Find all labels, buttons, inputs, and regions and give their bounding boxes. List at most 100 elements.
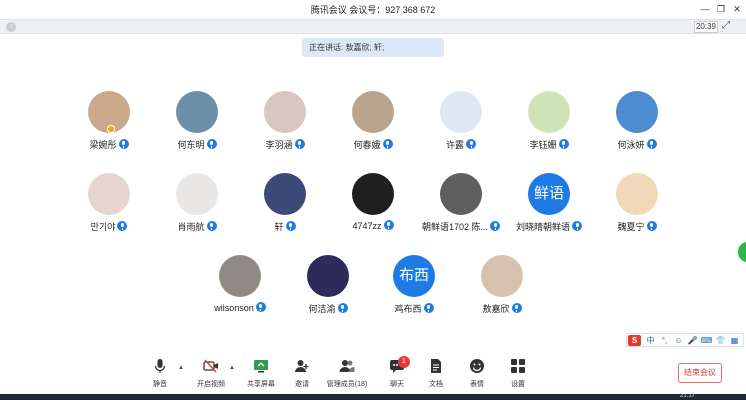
participant-name: 何东明: [149, 138, 245, 151]
avatar-text: 布西: [398, 267, 429, 284]
toolbar-label: 设置: [511, 381, 525, 388]
participant-name: 何泳妍: [589, 138, 685, 151]
ime-logo-icon[interactable]: S: [628, 335, 641, 346]
screen-share-icon: [253, 358, 269, 374]
microphone-icon: [294, 139, 305, 149]
emoji-icon: [469, 358, 485, 374]
taskbar-clock: 21:17: [680, 393, 696, 399]
avatar: [528, 91, 570, 133]
participant-name: 李钰姗: [501, 138, 597, 151]
participant-name-label: 만기야: [90, 222, 116, 232]
avatar: [88, 173, 130, 215]
ime-tool-icon[interactable]: 👕: [714, 335, 727, 346]
avatar: [264, 173, 306, 215]
microphone-icon: [558, 139, 569, 149]
settings-icon: [510, 358, 526, 374]
microphone-icon: [572, 221, 582, 231]
avatar: [440, 173, 482, 215]
avatar: [219, 255, 261, 297]
settings-button[interactable]: 设置: [493, 358, 543, 390]
participant-name: 刘晓晴朝鲜语: [501, 220, 597, 233]
avatar: [616, 173, 658, 215]
microphone-icon: [646, 139, 657, 149]
toolbar-label: 管理成员(18): [326, 381, 368, 388]
ime-toolbar: S 中 °, ☺ 🎤 ⌨ 👕 ▦: [626, 333, 744, 347]
ime-tool-icon[interactable]: 中: [644, 335, 657, 346]
microphone-icon: [490, 221, 501, 231]
microphone-icon: [118, 139, 129, 149]
avatar: [307, 255, 349, 297]
ime-tool-icon[interactable]: ⌨: [700, 335, 713, 346]
avatar: [352, 91, 394, 133]
participant-name-label: 朝鲜语1702 陈...: [421, 222, 489, 232]
avatar: 鲜语: [528, 173, 570, 215]
meeting-window: 腾讯会议 会议号：927 368 672 — ❐ ✕ i 20:39 ⤢ 正在讲…: [0, 0, 746, 400]
microphone-button[interactable]: 静音: [135, 358, 185, 390]
participant-name-label: 李羽涵: [265, 140, 293, 150]
microphone-icon: [646, 221, 657, 231]
participant-name-label: 敖嘉欣: [482, 304, 510, 314]
avatar: [440, 91, 482, 133]
toolbar-label: 邀请: [295, 381, 309, 388]
microphone-icon: [423, 303, 434, 313]
microphone-icon: [382, 139, 393, 149]
toolbar-label: 静音: [153, 381, 167, 388]
participant-name: 鸡布西: [366, 302, 462, 315]
participant-name-label: wilsonson: [214, 303, 254, 313]
participant-name: 魏夏宁: [589, 220, 685, 233]
ime-tool-icon[interactable]: 🎤: [686, 335, 699, 346]
ime-tool-icon[interactable]: °,: [658, 335, 671, 346]
participant-name: 敖嘉欣: [454, 302, 550, 315]
os-taskbar: 21:17: [0, 393, 746, 400]
ime-tool-icon[interactable]: ☺: [672, 335, 685, 346]
microphone-icon: [255, 302, 266, 312]
participant-name-label: 何春娥: [353, 140, 381, 150]
participant-name-label: 肖雨航: [177, 222, 205, 232]
avatar: [481, 255, 523, 297]
participant-name: 梁婉彤: [61, 138, 157, 151]
microphone-icon: [117, 221, 128, 231]
participant-name-label: 何洁渝: [308, 304, 336, 314]
participant-name-label: 魏夏宁: [617, 222, 645, 232]
participant-name-label: 何泳妍: [617, 140, 645, 150]
participant-name: 만기야: [61, 220, 157, 233]
meeting-toolbar: 静音 开启视频 共享屏幕 邀请 管理成员(18) 聊天 文档 表情 设置 ▲ ▲: [0, 352, 746, 392]
microphone-icon: [466, 139, 476, 149]
camera-off-button[interactable]: 开启视频: [186, 358, 236, 390]
microphone-icon: [206, 221, 217, 231]
participant-name-label: 轩: [274, 222, 284, 232]
participant-name: 4747zz: [325, 220, 421, 231]
participant-name: 朝鲜语1702 陈...: [413, 220, 509, 233]
microphone-icon: [383, 220, 394, 230]
microphone-icon: [152, 358, 168, 374]
invite-button[interactable]: 邀请: [277, 358, 327, 390]
participant-name-label: 梁婉彤: [89, 140, 117, 150]
audio-options-caret-icon[interactable]: ▲: [178, 365, 184, 371]
ime-tool-icon[interactable]: ▦: [728, 335, 741, 346]
invite-icon: [294, 358, 310, 374]
avatar: [352, 173, 394, 215]
participant-name: 许露: [413, 138, 509, 151]
avatar: [176, 173, 218, 215]
participant-name-label: 4747zz: [352, 221, 382, 231]
participant-name-label: 许露: [445, 140, 464, 150]
host-icon: [107, 125, 115, 133]
end-meeting-button[interactable]: 结束会议: [678, 363, 722, 383]
microphone-icon: [206, 139, 217, 149]
document-icon: [428, 358, 444, 374]
camera-off-icon: [203, 358, 219, 374]
participant-name-label: 何东明: [177, 140, 205, 150]
participant-name: 肖雨航: [149, 220, 245, 233]
avatar: 布西: [393, 255, 435, 297]
participant-name-label: 李钰姗: [529, 140, 557, 150]
avatar: [176, 91, 218, 133]
participant-name: 何洁渝: [280, 302, 376, 315]
participant-name: 轩: [237, 220, 333, 233]
participant-grid: 梁婉彤 何东明 李羽涵 何春娥 许露 李钰姗 何泳妍 만기야 肖雨航 轩 4747zz 朝鲜语1702…: [0, 0, 746, 330]
video-options-caret-icon[interactable]: ▲: [229, 365, 235, 371]
participant-name: wilsonson: [192, 302, 288, 313]
chat-unread-badge: 1: [398, 356, 410, 368]
members-button[interactable]: 管理成员(18): [322, 358, 372, 390]
avatar: [264, 91, 306, 133]
participant-name: 李羽涵: [237, 138, 333, 151]
